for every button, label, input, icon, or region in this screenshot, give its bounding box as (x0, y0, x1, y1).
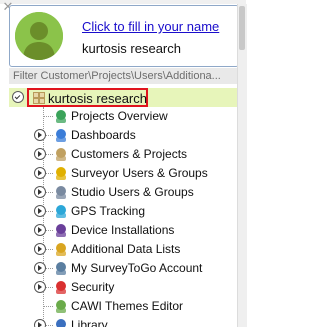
tree-item-label: Library (71, 318, 108, 327)
tree-item[interactable]: Additional Data Lists (9, 240, 237, 259)
expand-icon[interactable] (34, 281, 46, 293)
tree-item-label: Projects Overview (71, 109, 168, 123)
expand-icon[interactable] (34, 262, 46, 274)
dashboards-icon (56, 129, 66, 142)
tree-branch-line (44, 306, 53, 307)
tree-item-label: Security (71, 280, 115, 294)
tree-item-label: GPS Tracking (71, 204, 146, 218)
tree-item-label: Surveyor Users & Groups (71, 166, 208, 180)
expand-icon[interactable] (34, 243, 46, 255)
tree-item[interactable]: Customers & Projects (9, 145, 237, 164)
expand-icon[interactable] (34, 167, 46, 179)
user-avatar-icon[interactable] (15, 12, 63, 60)
expand-icon[interactable] (34, 186, 46, 198)
tree-item[interactable]: Studio Users & Groups (9, 183, 237, 202)
expand-icon[interactable] (34, 224, 46, 236)
expand-icon[interactable] (34, 205, 46, 217)
data-lists-icon (56, 243, 66, 256)
gps-tracking-icon (56, 205, 66, 218)
tree-item-label: Customers & Projects (71, 147, 188, 161)
surveyor-users-icon (56, 167, 66, 180)
vertical-scrollbar[interactable] (237, 4, 247, 327)
top-strip (0, 0, 246, 4)
tree-item[interactable]: My SurveyToGo Account (9, 259, 237, 278)
tree-item-label: Additional Data Lists (71, 242, 181, 256)
tree-item[interactable]: Dashboards (9, 126, 237, 145)
studio-users-icon (56, 186, 66, 199)
customers-projects-icon (56, 148, 66, 161)
tree-branch-line (44, 116, 53, 117)
tree-item[interactable]: GPS Tracking (9, 202, 237, 221)
tree-item[interactable]: Device Installations (9, 221, 237, 240)
projects-overview-icon (56, 110, 66, 123)
tree-item-label: My SurveyToGo Account (71, 261, 203, 275)
tree-item[interactable]: Library (9, 316, 237, 327)
security-icon (56, 281, 66, 294)
expand-icon[interactable] (34, 148, 46, 160)
tree-root-row[interactable]: kurtosis research (9, 88, 237, 107)
device-installations-icon (56, 224, 66, 237)
expand-icon[interactable] (34, 129, 46, 141)
account-icon (56, 262, 66, 275)
user-profile-card: Click to fill in your name kurtosis rese… (9, 5, 239, 67)
tree-item-label: CAWI Themes Editor (71, 299, 184, 313)
fill-name-link[interactable]: Click to fill in your name (82, 19, 219, 34)
tree-root-label: kurtosis research (48, 91, 147, 106)
filter-input[interactable]: Filter Customer\Projects\Users\Additiona… (9, 68, 237, 84)
tree-item[interactable]: CAWI Themes Editor (9, 297, 237, 316)
tree-item[interactable]: Projects Overview (9, 107, 237, 126)
tree-root-selection[interactable]: kurtosis research (27, 88, 148, 107)
expand-icon[interactable] (34, 319, 46, 327)
scrollbar-thumb[interactable] (239, 6, 245, 50)
tree-item[interactable]: Security (9, 278, 237, 297)
org-grid-icon (33, 92, 45, 104)
tree-item-label: Device Installations (71, 223, 175, 237)
tree-item-label: Dashboards (71, 128, 136, 142)
library-icon (56, 319, 66, 327)
themes-editor-icon (56, 300, 66, 313)
navigation-tree: kurtosis research Projects Overview Dashb… (9, 85, 237, 327)
account-name: kurtosis research (82, 41, 181, 56)
tree-item[interactable]: Surveyor Users & Groups (9, 164, 237, 183)
collapse-icon[interactable] (12, 91, 24, 103)
tree-item-label: Studio Users & Groups (71, 185, 194, 199)
